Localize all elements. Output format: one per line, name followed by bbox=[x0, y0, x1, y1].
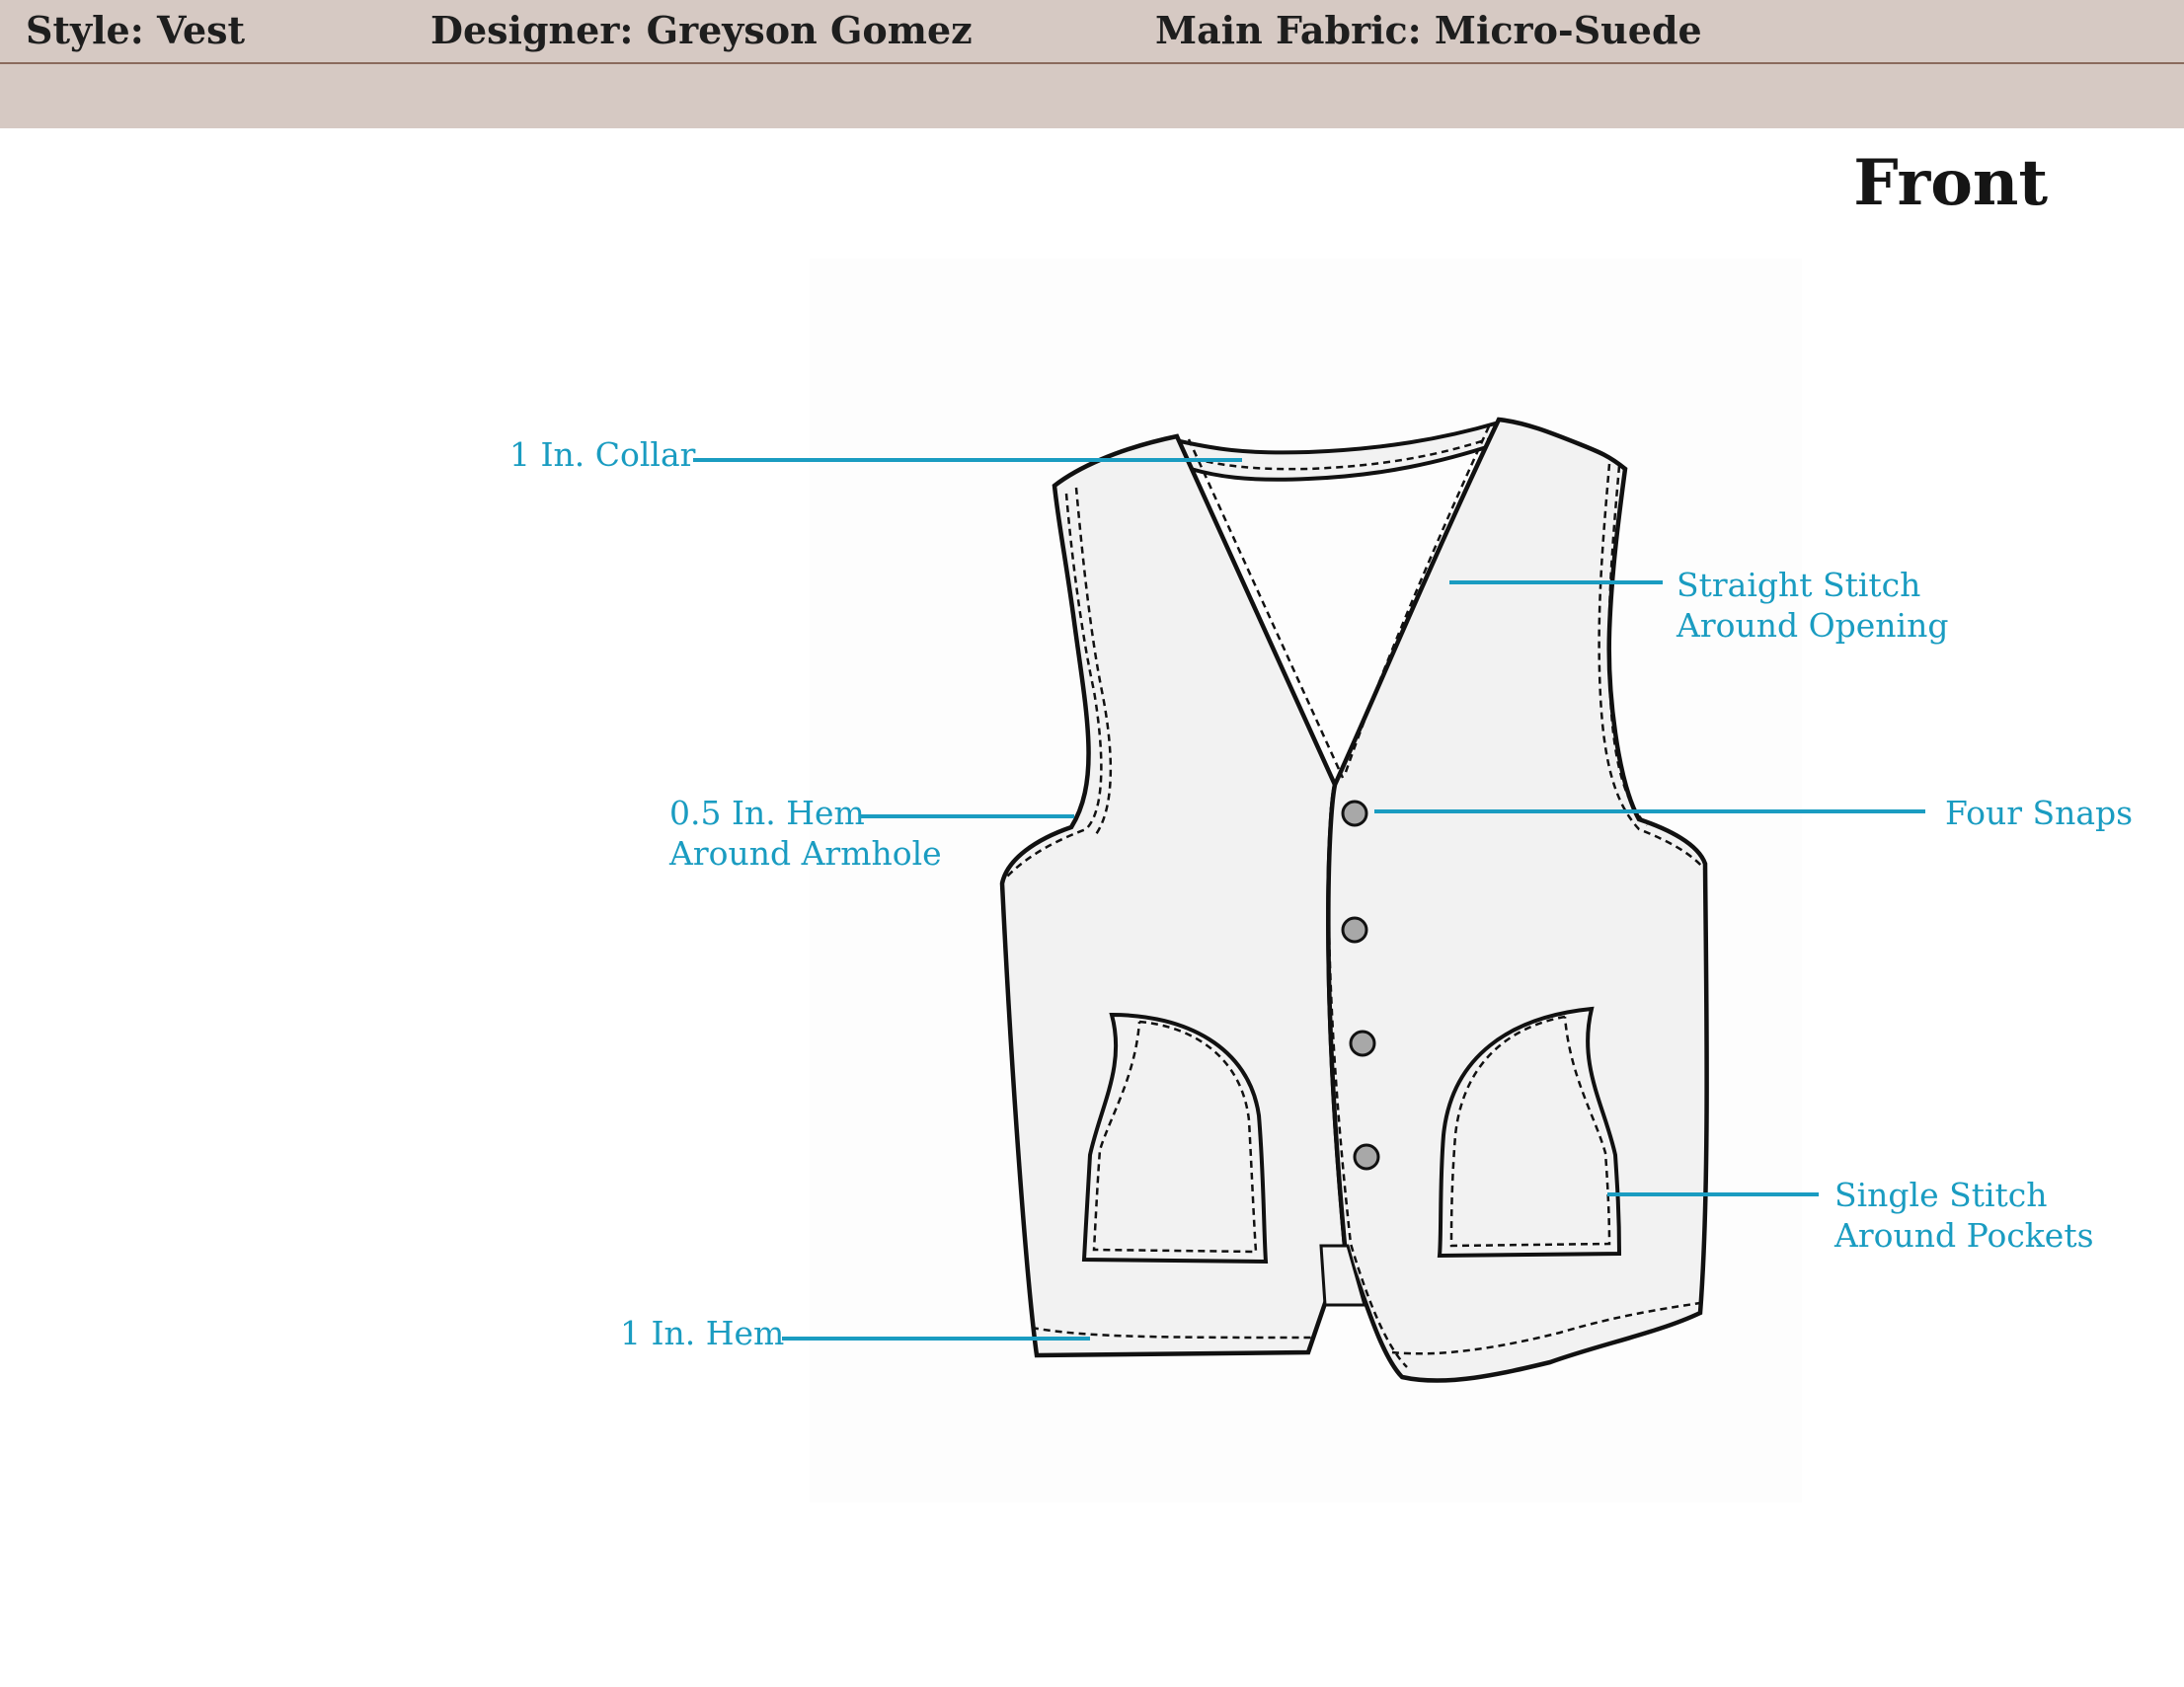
callout-collar: 1 In. Collar bbox=[509, 434, 695, 475]
callout-snaps-text: Four Snaps bbox=[1945, 794, 2134, 832]
callout-hem-text: 1 In. Hem bbox=[620, 1314, 785, 1352]
snap-1 bbox=[1341, 800, 1368, 827]
callout-pockets: Single Stitch Around Pockets bbox=[1834, 1175, 2094, 1256]
callout-collar-text: 1 In. Collar bbox=[509, 435, 696, 474]
callout-opening-line1: Straight Stitch bbox=[1677, 566, 1921, 604]
snap-2 bbox=[1341, 916, 1368, 944]
vest-drawing bbox=[693, 259, 1925, 1502]
callout-armhole: 0.5 In. Hem Around Armhole bbox=[669, 793, 942, 874]
snap-4 bbox=[1353, 1143, 1380, 1171]
callout-snaps: Four Snaps bbox=[1945, 793, 2133, 833]
callout-armhole-line1: 0.5 In. Hem bbox=[669, 794, 865, 832]
callout-pockets-line1: Single Stitch bbox=[1834, 1176, 2048, 1214]
callout-pockets-line2: Around Pockets bbox=[1834, 1216, 2094, 1255]
callout-opening-line2: Around Opening bbox=[1677, 606, 1949, 645]
snap-3 bbox=[1349, 1030, 1376, 1057]
callout-hem: 1 In. Hem bbox=[620, 1313, 784, 1353]
callout-opening: Straight Stitch Around Opening bbox=[1677, 565, 1949, 646]
callout-armhole-line2: Around Armhole bbox=[669, 834, 942, 873]
